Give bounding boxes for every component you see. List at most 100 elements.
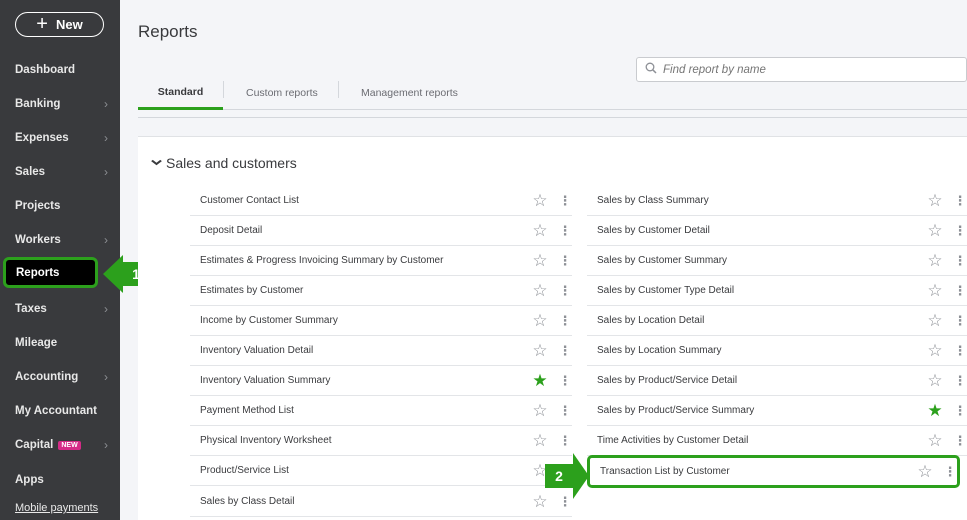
more-options-icon[interactable]: ⋮ (953, 194, 967, 207)
star-outline-icon[interactable]: ☆ (530, 192, 550, 209)
more-options-icon[interactable]: ⋮ (953, 404, 967, 417)
tab-custom-reports[interactable]: Custom reports (246, 76, 318, 110)
more-options-icon[interactable]: ⋮ (943, 465, 957, 478)
report-link[interactable]: Sales by Product/Service Detail (587, 375, 925, 386)
report-row[interactable]: Inventory Valuation Summary ★ ⋮ (190, 366, 572, 396)
report-row[interactable]: Time Activities by Customer Detail ☆ ⋮ (587, 426, 967, 456)
report-row[interactable]: Sales by Customer Type Detail ☆ ⋮ (587, 276, 967, 306)
report-row[interactable]: Income by Customer Summary ☆ ⋮ (190, 306, 572, 336)
report-link[interactable]: Inventory Valuation Summary (190, 375, 530, 386)
star-outline-icon[interactable]: ☆ (915, 463, 935, 480)
report-row[interactable]: Sales by Product/Service Detail ☆ ⋮ (587, 366, 967, 396)
sidebar-item-reports[interactable]: Reports (3, 257, 98, 288)
report-row[interactable]: Estimates by Customer ☆ ⋮ (190, 276, 572, 306)
report-row-highlighted[interactable]: Transaction List by Customer ☆ ⋮ (587, 455, 960, 488)
report-row[interactable]: Sales by Class Summary ☆ ⋮ (587, 186, 967, 216)
star-outline-icon[interactable]: ☆ (530, 342, 550, 359)
more-options-icon[interactable]: ⋮ (953, 224, 967, 237)
more-options-icon[interactable]: ⋮ (953, 434, 967, 447)
sidebar-item-projects[interactable]: Projects (0, 189, 120, 223)
report-link[interactable]: Payment Method List (190, 405, 530, 416)
star-outline-icon[interactable]: ☆ (925, 312, 945, 329)
star-outline-icon[interactable]: ☆ (530, 402, 550, 419)
star-outline-icon[interactable]: ☆ (925, 252, 945, 269)
report-link[interactable]: Product/Service List (190, 465, 530, 476)
report-row[interactable]: Estimates & Progress Invoicing Summary b… (190, 246, 572, 276)
more-options-icon[interactable]: ⋮ (953, 374, 967, 387)
star-outline-icon[interactable]: ☆ (530, 312, 550, 329)
report-link[interactable]: Customer Contact List (190, 195, 530, 206)
report-link[interactable]: Sales by Product/Service Summary (587, 405, 925, 416)
report-link[interactable]: Inventory Valuation Detail (190, 345, 530, 356)
report-row[interactable]: Payment Method List ☆ ⋮ (190, 396, 572, 426)
report-link[interactable]: Sales by Customer Type Detail (587, 285, 925, 296)
report-row[interactable]: Customer Contact List ☆ ⋮ (190, 186, 572, 216)
more-options-icon[interactable]: ⋮ (953, 284, 967, 297)
report-row[interactable]: Inventory Valuation Detail ☆ ⋮ (190, 336, 572, 366)
more-options-icon[interactable]: ⋮ (558, 314, 572, 327)
star-outline-icon[interactable]: ☆ (925, 222, 945, 239)
more-options-icon[interactable]: ⋮ (558, 284, 572, 297)
report-link[interactable]: Transaction List by Customer (590, 466, 915, 477)
more-options-icon[interactable]: ⋮ (953, 314, 967, 327)
report-row[interactable]: Sales by Location Detail ☆ ⋮ (587, 306, 967, 336)
star-filled-icon[interactable]: ★ (925, 402, 945, 419)
star-outline-icon[interactable]: ☆ (925, 282, 945, 299)
report-link[interactable]: Sales by Location Detail (587, 315, 925, 326)
report-link[interactable]: Sales by Customer Summary (587, 255, 925, 266)
star-filled-icon[interactable]: ★ (530, 372, 550, 389)
report-row[interactable]: Sales by Customer Summary ☆ ⋮ (587, 246, 967, 276)
star-outline-icon[interactable]: ☆ (530, 222, 550, 239)
sidebar-item-taxes[interactable]: Taxes › (0, 292, 120, 326)
report-link[interactable]: Physical Inventory Worksheet (190, 435, 530, 446)
search-input[interactable] (663, 63, 943, 76)
sidebar-item-expenses[interactable]: Expenses › (0, 121, 120, 155)
more-options-icon[interactable]: ⋮ (953, 344, 967, 357)
tab-management-reports[interactable]: Management reports (361, 76, 458, 110)
report-link[interactable]: Sales by Location Summary (587, 345, 925, 356)
more-options-icon[interactable]: ⋮ (558, 254, 572, 267)
star-outline-icon[interactable]: ☆ (925, 372, 945, 389)
report-link[interactable]: Deposit Detail (190, 225, 530, 236)
star-outline-icon[interactable]: ☆ (925, 432, 945, 449)
report-row[interactable]: Sales by Location Summary ☆ ⋮ (587, 336, 967, 366)
sidebar-item-sales[interactable]: Sales › (0, 155, 120, 189)
sidebar-item-accounting[interactable]: Accounting › (0, 360, 120, 394)
star-outline-icon[interactable]: ☆ (925, 192, 945, 209)
sidebar-item-apps[interactable]: Apps (0, 463, 120, 497)
sidebar-item-workers[interactable]: Workers › (0, 223, 120, 257)
new-button[interactable]: + New (15, 12, 104, 37)
report-link[interactable]: Sales by Customer Detail (587, 225, 925, 236)
report-link[interactable]: Estimates & Progress Invoicing Summary b… (190, 255, 530, 266)
more-options-icon[interactable]: ⋮ (558, 434, 572, 447)
sidebar-item-capital[interactable]: Capital NEW › (0, 428, 120, 462)
sidebar-item-dashboard[interactable]: Dashboard (0, 53, 120, 87)
report-link[interactable]: Estimates by Customer (190, 285, 530, 296)
report-link[interactable]: Income by Customer Summary (190, 315, 530, 326)
report-link[interactable]: Time Activities by Customer Detail (587, 435, 925, 446)
report-row[interactable]: Deposit Detail ☆ ⋮ (190, 216, 572, 246)
report-row[interactable]: Physical Inventory Worksheet ☆ ⋮ (190, 426, 572, 456)
sidebar-item-my-accountant[interactable]: My Accountant (0, 394, 120, 428)
more-options-icon[interactable]: ⋮ (558, 194, 572, 207)
section-header-sales-and-customers[interactable]: Sales and customers (151, 155, 297, 171)
star-outline-icon[interactable]: ☆ (925, 342, 945, 359)
star-outline-icon[interactable]: ☆ (530, 252, 550, 269)
report-link[interactable]: Sales by Class Detail (190, 496, 530, 507)
more-options-icon[interactable]: ⋮ (558, 344, 572, 357)
report-row[interactable]: Sales by Product/Service Summary ★ ⋮ (587, 396, 967, 426)
star-outline-icon[interactable]: ☆ (530, 432, 550, 449)
report-row[interactable]: Sales by Customer Detail ☆ ⋮ (587, 216, 967, 246)
sidebar-item-banking[interactable]: Banking › (0, 87, 120, 121)
star-outline-icon[interactable]: ☆ (530, 282, 550, 299)
more-options-icon[interactable]: ⋮ (558, 224, 572, 237)
more-options-icon[interactable]: ⋮ (558, 374, 572, 387)
report-row[interactable]: Sales by Class Detail ☆ ⋮ (190, 487, 572, 517)
more-options-icon[interactable]: ⋮ (558, 404, 572, 417)
sidebar-item-mobile-payments[interactable]: Mobile payments (0, 496, 120, 520)
tab-standard[interactable]: Standard (138, 76, 223, 110)
report-row[interactable]: Product/Service List ☆ ⋮ (190, 456, 572, 486)
report-link[interactable]: Sales by Class Summary (587, 195, 925, 206)
sidebar-item-mileage[interactable]: Mileage (0, 326, 120, 360)
more-options-icon[interactable]: ⋮ (953, 254, 967, 267)
